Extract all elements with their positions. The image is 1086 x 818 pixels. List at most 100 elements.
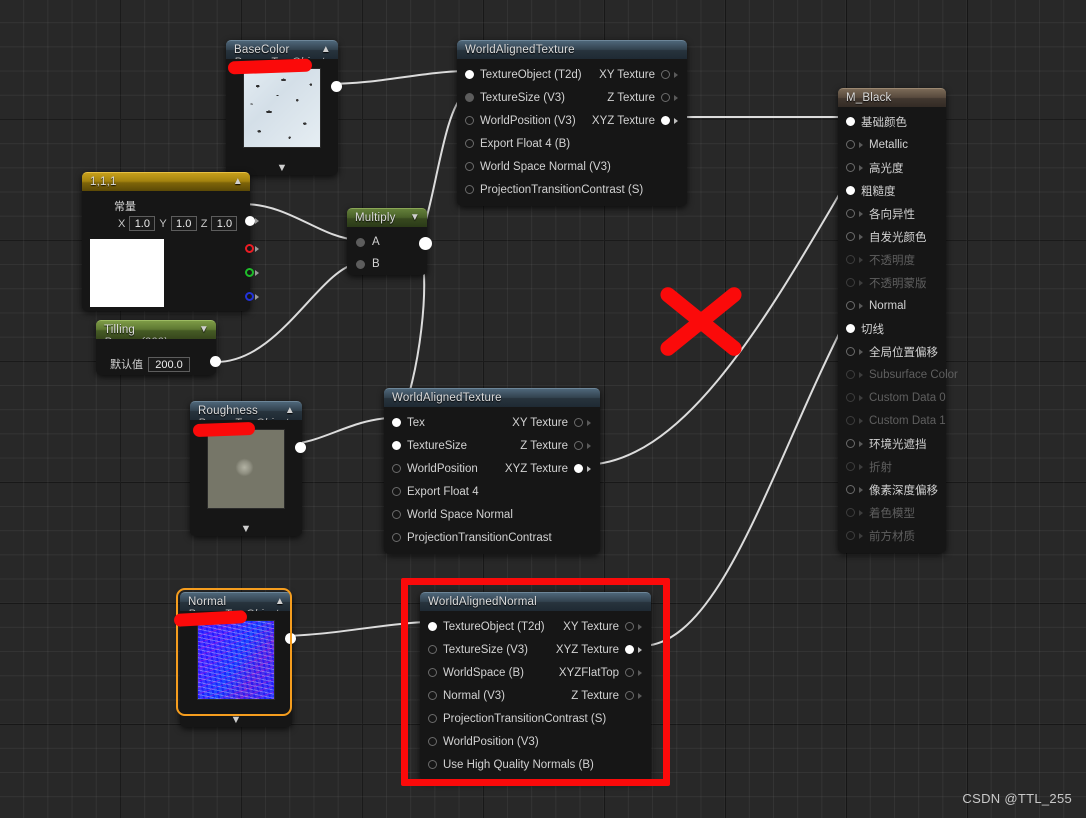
wat-mid-output-0[interactable]: XY Texture (512, 417, 591, 429)
chevron-up-icon[interactable]: ▲ (233, 176, 243, 188)
input-pin[interactable] (392, 418, 401, 427)
wan-input-6[interactable]: Use High Quality Normals (B) (428, 759, 594, 771)
output-pin-rgb[interactable] (245, 216, 255, 226)
wat-top-output-1[interactable]: Z Texture (607, 92, 678, 104)
node-normal-header[interactable]: Normal ▲ Param Tex Object (180, 592, 292, 620)
wat-mid-input-0[interactable]: Tex (392, 417, 425, 429)
input-pin[interactable] (428, 622, 437, 631)
material-row-8[interactable]: Normal (838, 294, 946, 317)
wat-top-row-1[interactable]: TextureSize (V3) Z Texture (457, 86, 687, 109)
chevron-down-icon[interactable]: ▼ (241, 523, 252, 535)
output-pin-multiply[interactable] (419, 237, 432, 250)
input-pin[interactable] (428, 760, 437, 769)
output-pin[interactable] (661, 70, 670, 79)
material-row-0[interactable]: 基础颜色 (838, 110, 946, 133)
wat-mid-row-0[interactable]: Tex XY Texture (384, 411, 600, 434)
input-pin[interactable] (428, 714, 437, 723)
output-pin[interactable] (661, 93, 670, 102)
wat-mid-input-4[interactable]: World Space Normal (392, 509, 513, 521)
input-pin[interactable] (846, 485, 855, 494)
wat-top-input-5[interactable]: ProjectionTransitionContrast (S) (465, 184, 643, 196)
node-base-color-header[interactable]: BaseColor ▲ Param Tex Object (226, 40, 338, 68)
output-pin-red[interactable] (245, 244, 254, 253)
chevron-up-icon[interactable]: ▲ (275, 596, 285, 608)
wan-row-4[interactable]: ProjectionTransitionContrast (S) (420, 707, 651, 730)
material-row-2[interactable]: 高光度 (838, 156, 946, 179)
input-pin[interactable] (428, 668, 437, 677)
input-pin[interactable] (846, 301, 855, 310)
node-roughness-header[interactable]: Roughness ▲ Param Tex Object (190, 401, 302, 429)
material-input-1[interactable]: Metallic (846, 139, 908, 151)
input-pin[interactable] (465, 93, 474, 102)
output-pin-blue[interactable] (245, 292, 254, 301)
wan-row-3[interactable]: Normal (V3) Z Texture (420, 684, 651, 707)
wat-mid-output-1[interactable]: Z Texture (520, 440, 591, 452)
input-pin[interactable] (392, 533, 401, 542)
chevron-up-icon[interactable]: ▲ (321, 44, 331, 56)
node-material-header[interactable]: M_Black (838, 88, 946, 107)
input-pin[interactable] (846, 163, 855, 172)
wat-mid-row-2[interactable]: WorldPosition XYZ Texture (384, 457, 600, 480)
material-row-1[interactable]: Metallic (838, 133, 946, 156)
multiply-input-b-row[interactable]: B (347, 253, 427, 275)
input-pin[interactable] (465, 116, 474, 125)
wan-input-2[interactable]: WorldSpace (B) (428, 667, 524, 679)
output-pin[interactable] (625, 691, 634, 700)
material-row-4[interactable]: 各向异性 (838, 202, 946, 225)
wat-top-row-5[interactable]: ProjectionTransitionContrast (S) (457, 178, 687, 201)
output-pin-roughness[interactable] (295, 442, 306, 453)
wat-top-input-2[interactable]: WorldPosition (V3) (465, 115, 576, 127)
input-pin[interactable] (846, 186, 855, 195)
wan-row-2[interactable]: WorldSpace (B) XYZFlatTop (420, 661, 651, 684)
material-row-9[interactable]: 切线 (838, 317, 946, 340)
wat-mid-input-2[interactable]: WorldPosition (392, 463, 478, 475)
output-pin-normal[interactable] (285, 633, 296, 644)
wan-output-3[interactable]: Z Texture (571, 690, 642, 702)
input-pin[interactable] (846, 347, 855, 356)
material-input-4[interactable]: 各向异性 (846, 206, 915, 222)
wan-output-1[interactable]: XYZ Texture (556, 644, 642, 656)
wan-output-2[interactable]: XYZFlatTop (559, 667, 642, 679)
wat-top-input-3[interactable]: Export Float 4 (B) (465, 138, 570, 150)
input-pin-b[interactable] (356, 259, 365, 269)
input-pin[interactable] (465, 139, 474, 148)
z-value-input[interactable]: 1.0 (211, 216, 238, 231)
output-pin[interactable] (625, 622, 634, 631)
wan-input-0[interactable]: TextureObject (T2d) (428, 621, 545, 633)
material-row-10[interactable]: 全局位置偏移 (838, 340, 946, 363)
node-wat-top-header[interactable]: WorldAlignedTexture (457, 40, 687, 59)
node-world-aligned-normal[interactable]: WorldAlignedNormal TextureObject (T2d) X… (420, 592, 651, 781)
material-row-3[interactable]: 粗糙度 (838, 179, 946, 202)
chevron-down-icon[interactable]: ▼ (410, 212, 420, 224)
wat-top-input-1[interactable]: TextureSize (V3) (465, 92, 565, 104)
wat-mid-row-3[interactable]: Export Float 4 (384, 480, 600, 503)
input-pin[interactable] (428, 691, 437, 700)
input-pin[interactable] (465, 162, 474, 171)
chevron-down-icon[interactable]: ▼ (277, 162, 288, 174)
output-pin[interactable] (574, 441, 583, 450)
material-input-9[interactable]: 切线 (846, 321, 884, 337)
material-input-2[interactable]: 高光度 (846, 160, 904, 176)
node-multiply-header[interactable]: Multiply ▼ (347, 208, 427, 227)
wat-top-row-3[interactable]: Export Float 4 (B) (457, 132, 687, 155)
wan-row-0[interactable]: TextureObject (T2d) XY Texture (420, 615, 651, 638)
tilling-default-input[interactable]: 200.0 (148, 356, 190, 372)
node-tilling-param[interactable]: Tilling ▼ Param (200) 默认值 200.0 (96, 320, 221, 375)
node-wan-header[interactable]: WorldAlignedNormal (420, 592, 651, 611)
wat-mid-row-1[interactable]: TextureSize Z Texture (384, 434, 600, 457)
input-pin[interactable] (428, 737, 437, 746)
input-pin[interactable] (846, 209, 855, 218)
output-pin[interactable] (574, 418, 583, 427)
color-swatch-preview[interactable] (90, 239, 164, 307)
input-pin[interactable] (392, 441, 401, 450)
wat-mid-input-1[interactable]: TextureSize (392, 440, 467, 452)
material-row-14[interactable]: 环境光遮挡 (838, 432, 946, 455)
wat-mid-output-2[interactable]: XYZ Texture (505, 463, 591, 475)
input-pin[interactable] (846, 140, 855, 149)
wat-top-row-4[interactable]: World Space Normal (V3) (457, 155, 687, 178)
node-material-output[interactable]: M_Black 基础颜色 Metallic 高光度 粗糙度 各向异性 自发光颜色… (838, 88, 958, 553)
input-pin[interactable] (846, 232, 855, 241)
output-pin-green[interactable] (245, 268, 254, 277)
wat-mid-row-5[interactable]: ProjectionTransitionContrast (384, 526, 600, 549)
output-pin[interactable] (661, 116, 670, 125)
